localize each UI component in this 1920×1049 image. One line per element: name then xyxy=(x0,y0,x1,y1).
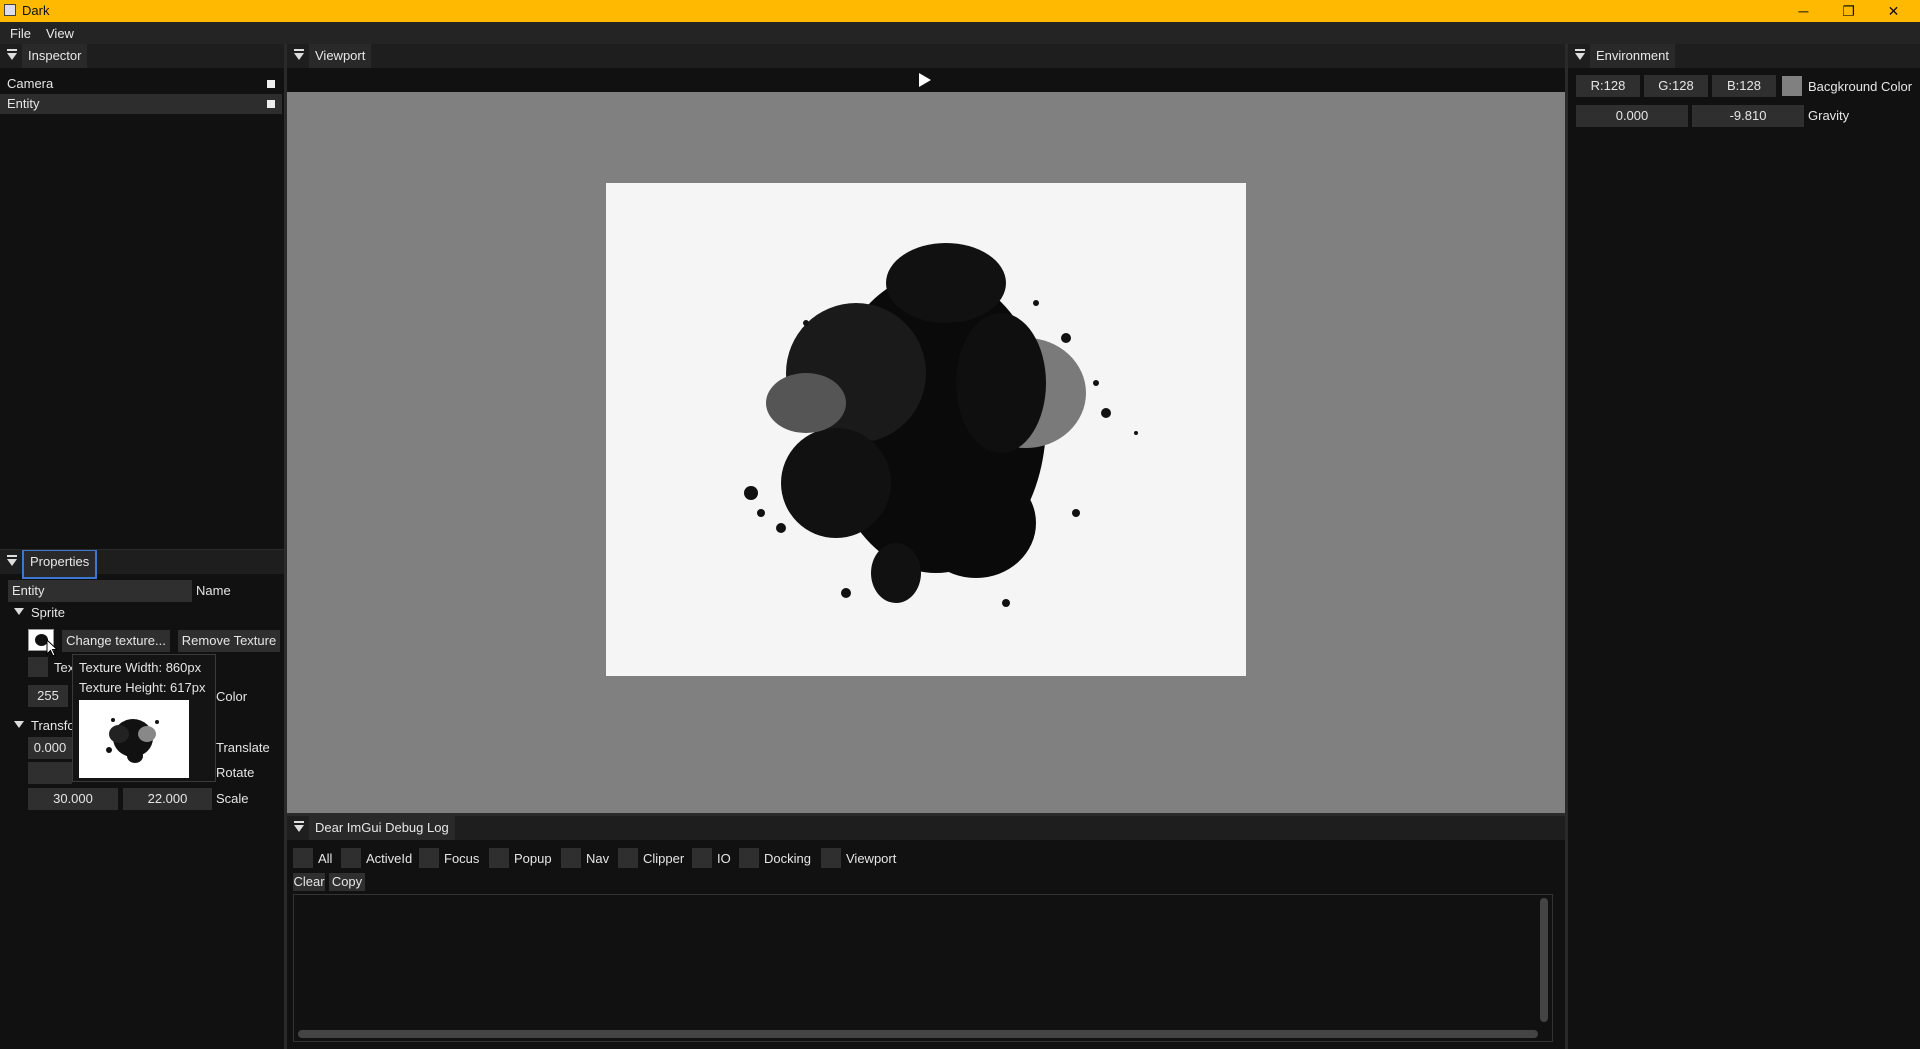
tab-environment[interactable]: Environment xyxy=(1590,44,1675,68)
play-icon[interactable] xyxy=(919,73,931,87)
filter-label: Docking xyxy=(764,851,811,866)
bg-green-input[interactable]: G:128 xyxy=(1644,75,1708,97)
remove-texture-button[interactable]: Remove Texture xyxy=(178,630,280,652)
menu-file[interactable]: File xyxy=(10,26,31,41)
chevron-down-icon[interactable] xyxy=(14,608,24,615)
vertical-scrollbar[interactable] xyxy=(1540,898,1548,1022)
tab-inspector[interactable]: Inspector xyxy=(22,44,88,68)
filter-label: Nav xyxy=(586,851,610,866)
panel-menu-icon[interactable] xyxy=(293,49,305,61)
color-label: Color xyxy=(216,689,248,704)
inspector-panel: Inspector Camera Entity xyxy=(0,44,284,550)
panel-menu-icon[interactable] xyxy=(1574,49,1586,61)
bg-red-input[interactable]: R:128 xyxy=(1576,75,1640,97)
list-item-entity[interactable]: Entity xyxy=(0,94,282,114)
filter-io-checkbox[interactable] xyxy=(692,848,712,868)
ink-splat-image xyxy=(744,243,1138,607)
sprite-header[interactable]: Sprite xyxy=(31,605,65,620)
filter-activeid-checkbox[interactable] xyxy=(341,848,361,868)
clear-button[interactable]: Clear xyxy=(293,873,325,891)
splitter-bottom[interactable] xyxy=(287,813,1565,816)
restore-icon[interactable]: ❐ xyxy=(1826,0,1871,22)
window-title: Dark xyxy=(22,3,50,18)
menu-view[interactable]: View xyxy=(46,26,74,41)
color-input[interactable]: 255 xyxy=(28,685,68,707)
filter-label: Popup xyxy=(514,851,552,866)
translate-x-input[interactable]: 0.000 xyxy=(28,737,72,759)
filter-all-checkbox[interactable] xyxy=(293,848,313,868)
close-icon[interactable]: ✕ xyxy=(1871,0,1916,22)
bg-blue-input[interactable]: B:128 xyxy=(1712,75,1776,97)
transform-header[interactable]: Transfo xyxy=(31,718,75,733)
copy-button[interactable]: Copy xyxy=(329,873,365,891)
filter-label: All xyxy=(318,851,333,866)
scale-label: Scale xyxy=(216,791,249,806)
panel-menu-icon[interactable] xyxy=(293,821,305,833)
log-output[interactable] xyxy=(293,894,1553,1042)
splitter-inspector[interactable] xyxy=(0,549,284,550)
tab-viewport[interactable]: Viewport xyxy=(309,44,372,68)
name-label: Name xyxy=(196,583,231,598)
visibility-icon[interactable] xyxy=(267,80,275,88)
filter-label: IO xyxy=(717,851,731,866)
inspector-header: Inspector xyxy=(0,44,284,68)
panel-menu-icon[interactable] xyxy=(6,555,18,567)
minimize-icon[interactable]: ─ xyxy=(1781,0,1826,22)
rotate-input[interactable] xyxy=(28,762,72,784)
debug-log-header: Dear ImGui Debug Log xyxy=(287,816,1565,840)
debug-log-panel: Dear ImGui Debug Log All ActiveId Focus … xyxy=(287,816,1565,1049)
rotate-label: Rotate xyxy=(216,765,255,780)
filter-docking-checkbox[interactable] xyxy=(739,848,759,868)
title-bar[interactable]: Dark ─ ❐ ✕ xyxy=(0,0,1920,22)
texture-checkbox[interactable] xyxy=(28,657,48,677)
menu-bar: File View xyxy=(0,22,1920,44)
filter-popup-checkbox[interactable] xyxy=(489,848,509,868)
texture-height-text: Texture Height: 617px xyxy=(79,680,206,695)
filter-label: Viewport xyxy=(846,851,897,866)
texture-preview-image xyxy=(79,700,189,778)
properties-header: Properties xyxy=(0,549,284,579)
gravity-label: Gravity xyxy=(1808,108,1850,123)
list-item-label: Entity xyxy=(7,96,40,111)
scale-y-input[interactable]: 22.000 xyxy=(123,788,212,810)
bg-color-label: Bacgkround Color xyxy=(1808,79,1913,94)
sprite-render xyxy=(606,183,1246,676)
filter-label: Clipper xyxy=(643,851,685,866)
splitter-left[interactable] xyxy=(284,44,287,1049)
filter-clipper-checkbox[interactable] xyxy=(618,848,638,868)
environment-panel: Environment R:128 G:128 B:128 Bacgkround… xyxy=(1568,44,1920,1049)
scale-x-input[interactable]: 30.000 xyxy=(28,788,118,810)
bg-color-swatch[interactable] xyxy=(1782,76,1802,96)
viewport-panel[interactable]: Viewport xyxy=(287,44,1565,813)
tab-properties[interactable]: Properties xyxy=(22,549,98,579)
viewport-header: Viewport xyxy=(287,44,1565,68)
list-item-label: Camera xyxy=(7,76,54,91)
chevron-down-icon[interactable] xyxy=(14,721,24,728)
visibility-icon[interactable] xyxy=(267,100,275,108)
list-item-camera[interactable]: Camera xyxy=(0,74,282,94)
gravity-y-input[interactable]: -9.810 xyxy=(1692,105,1804,127)
name-input[interactable]: Entity xyxy=(8,580,192,602)
horizontal-scrollbar[interactable] xyxy=(298,1030,1538,1038)
filter-viewport-checkbox[interactable] xyxy=(821,848,841,868)
filter-label: ActiveId xyxy=(366,851,413,866)
viewport-toolbar xyxy=(287,68,1565,92)
app-icon xyxy=(4,4,16,16)
translate-label: Translate xyxy=(216,740,270,755)
gravity-x-input[interactable]: 0.000 xyxy=(1576,105,1688,127)
panel-menu-icon[interactable] xyxy=(6,49,18,61)
filter-focus-checkbox[interactable] xyxy=(419,848,439,868)
filter-label: Focus xyxy=(444,851,480,866)
environment-header: Environment xyxy=(1568,44,1920,68)
texture-tooltip: Texture Width: 860px Texture Height: 617… xyxy=(72,654,216,782)
splitter-right[interactable] xyxy=(1565,44,1568,1049)
tab-debug-log[interactable]: Dear ImGui Debug Log xyxy=(309,816,455,840)
change-texture-button[interactable]: Change texture... xyxy=(62,630,170,652)
filter-nav-checkbox[interactable] xyxy=(561,848,581,868)
cursor-icon xyxy=(46,639,58,657)
properties-panel: Properties Entity Name Sprite Change tex… xyxy=(0,549,284,1049)
texture-width-text: Texture Width: 860px xyxy=(79,660,202,675)
